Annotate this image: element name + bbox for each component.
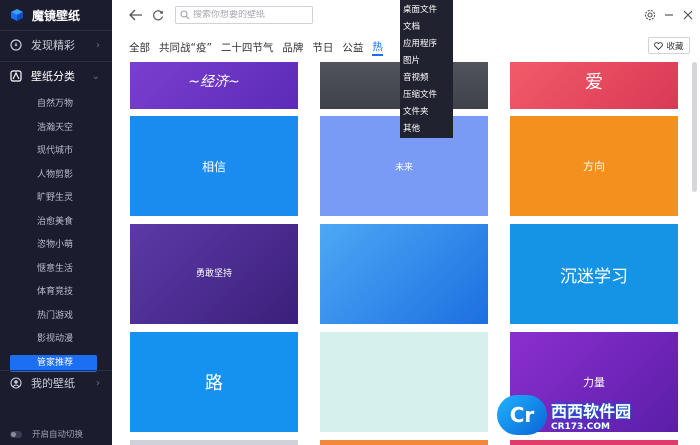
chevron-down-icon: ⌄ [91,70,100,82]
minimize-button[interactable] [661,7,677,23]
wallpaper-tile[interactable]: 路 [130,332,298,432]
back-button[interactable] [128,7,144,23]
wallpaper-tile[interactable]: ~经济~ [130,62,298,109]
wallpaper-tile[interactable]: 勇敢坚持 [130,224,298,324]
category-item[interactable]: 热门游戏 [0,305,112,329]
refresh-button[interactable] [150,7,166,23]
dropdown-item[interactable]: 图片 [400,53,453,70]
watermark: Cr 西西软件园 CR173.COM [497,393,687,437]
category-item[interactable]: 浩瀚天空 [0,117,112,141]
settings-button[interactable] [642,7,658,23]
wallpaper-tile-partial[interactable] [130,440,298,445]
category-item[interactable]: 自然万物 [0,93,112,117]
tile-art-text: 路 [205,373,223,394]
nav-my-wallpaper[interactable]: 我的壁纸 › [0,368,112,398]
heart-icon [654,41,664,50]
chevron-right-icon: › [96,377,100,389]
search-box[interactable] [175,6,313,24]
brand: 魔镜壁纸 [0,0,112,30]
tab-fight-epidemic[interactable]: 共同战“疫” [159,40,212,55]
nav-discover[interactable]: 发现精彩 › [0,30,112,60]
favorites-button[interactable]: 收藏 [648,37,690,54]
dropdown-item[interactable]: 应用程序 [400,36,453,53]
tab-solar-terms[interactable]: 二十四节气 [221,40,274,55]
dropdown-item[interactable]: 文件夹 [400,104,453,121]
chevron-right-icon: › [96,39,100,51]
category-item[interactable]: 体育竞技 [0,281,112,305]
dropdown-item[interactable]: 音视频 [400,70,453,87]
wallpaper-tile[interactable]: 相信 [130,116,298,216]
tile-art-text: ~经济~ [188,73,240,90]
nav-categories-label: 壁纸分类 [31,70,75,83]
toggle-switch[interactable] [10,430,22,438]
arrow-left-icon [129,9,142,21]
nav-categories[interactable]: 壁纸分类 ⌄ [0,61,112,91]
watermark-url: CR173.COM [551,422,610,432]
category-item[interactable]: 影视动漫 [0,328,112,352]
grid-icon [10,70,22,82]
wallpaper-tile[interactable]: 爱 [510,62,678,109]
wallpaper-tile[interactable] [320,224,488,324]
gear-icon [644,9,656,21]
dropdown-item[interactable]: 压缩文件 [400,87,453,104]
minimize-icon [665,14,673,16]
refresh-icon [153,10,164,21]
wallpaper-tile-partial[interactable] [510,440,678,445]
app-name: 魔镜壁纸 [32,8,81,23]
wallpaper-tile[interactable]: 方向 [510,116,678,216]
dropdown-item[interactable]: 文档 [400,19,453,36]
nav-discover-label: 发现精彩 [31,39,75,52]
tile-art-text [320,224,488,324]
category-item[interactable]: 治愈美食 [0,211,112,235]
tab-festival[interactable]: 节日 [312,40,333,55]
category-list: 自然万物 浩瀚天空 现代城市 人物剪影 旷野生灵 治愈美食 恣物小萌 惬意生活 … [0,93,112,372]
compass-icon [10,39,22,51]
cube-logo-icon [11,9,23,21]
search-icon [180,10,190,20]
tab-charity[interactable]: 公益 [342,40,363,55]
tile-art-text: 爱 [585,71,603,93]
tab-all[interactable]: 全部 [129,40,150,55]
category-item[interactable]: 旷野生灵 [0,187,112,211]
tile-art-text: 方向 [583,160,605,173]
wallpaper-tile[interactable] [320,332,488,432]
tile-art-text: 相信 [201,159,226,174]
category-item[interactable]: 人物剪影 [0,164,112,188]
tile-art-text: 勇敢坚持 [195,269,232,279]
watermark-title: 西西软件园 [551,402,632,421]
file-type-dropdown: 桌面文件 文档 应用程序 图片 音视频 压缩文件 文件夹 其他 [400,0,453,138]
dropdown-item[interactable]: 其他 [400,121,453,138]
tab-hot[interactable]: 热 [372,39,383,56]
scrollbar[interactable] [692,62,697,192]
close-icon [683,10,693,20]
close-button[interactable] [680,7,696,23]
dropdown-item[interactable]: 桌面文件 [400,2,453,19]
category-item[interactable]: 惬意生活 [0,258,112,282]
wallpaper-tile-partial[interactable] [320,440,488,445]
user-icon [10,377,22,389]
wallpaper-tile[interactable]: 沉迷学习 [510,224,678,324]
autostart-toggle[interactable]: 开启自动切换 [0,423,112,445]
favorites-label: 收藏 [666,41,684,52]
search-input[interactable] [193,10,303,20]
category-item[interactable]: 现代城市 [0,140,112,164]
watermark-logo: Cr [497,395,547,435]
tile-art-text [320,332,488,432]
autostart-label: 开启自动切换 [32,430,84,440]
sidebar: 魔镜壁纸 发现精彩 › 壁纸分类 ⌄ 自然万物 浩瀚天空 现代城市 人物剪影 旷… [0,0,112,445]
nav-my-wallpaper-label: 我的壁纸 [31,377,75,390]
tile-art-text: 沉迷学习 [560,266,628,287]
category-item[interactable]: 恣物小萌 [0,234,112,258]
tab-brand[interactable]: 品牌 [282,40,303,55]
